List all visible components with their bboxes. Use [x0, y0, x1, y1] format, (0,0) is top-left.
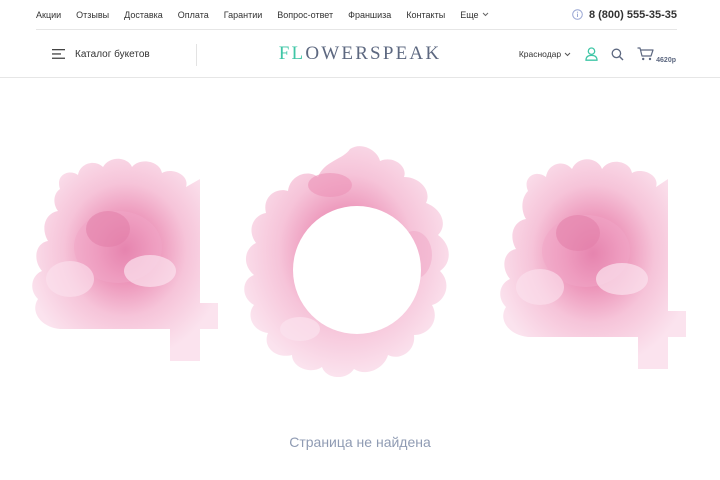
digit-four-right — [500, 159, 686, 369]
top-bar: Акции Отзывы Доставка Оплата Гарантии Во… — [36, 0, 677, 30]
peony-center — [86, 211, 130, 247]
topnav-more-dropdown[interactable]: Еще — [460, 10, 488, 20]
peony-petal — [596, 263, 648, 295]
digit-zero — [244, 146, 449, 378]
peony-petal — [280, 317, 320, 341]
topnav-item-contacts[interactable]: Контакты — [406, 10, 445, 20]
topnav-item-promotions[interactable]: Акции — [36, 10, 61, 20]
cart-total: 4620р — [656, 57, 676, 64]
error-404-illustration — [32, 146, 686, 378]
phone-block: 8 (800) 555-35-35 — [572, 9, 677, 21]
search-icon — [611, 48, 624, 60]
logo-accent-text: FL — [278, 43, 306, 64]
topnav-item-delivery[interactable]: Доставка — [124, 10, 163, 20]
error-404-hero — [0, 79, 720, 479]
peony-petal — [124, 255, 176, 287]
user-account-button[interactable] — [585, 47, 598, 61]
cart-icon — [637, 47, 654, 61]
peony-petal — [308, 173, 352, 197]
chevron-down-icon — [564, 52, 571, 56]
city-selector[interactable]: Краснодар — [519, 49, 571, 59]
topnav-item-reviews[interactable]: Отзывы — [76, 10, 109, 20]
peony-petal — [516, 269, 564, 305]
main-header: Каталог букетов FL OWERSPEAK Краснодар 46… — [0, 30, 720, 78]
phone-number-link[interactable]: 8 (800) 555-35-35 — [589, 9, 677, 21]
logo-main-text: OWERSPEAK — [305, 43, 442, 64]
search-button[interactable] — [611, 48, 624, 61]
zero-hole — [293, 206, 421, 334]
error-message: Страница не найдена — [289, 434, 431, 450]
topnav-more-label: Еще — [460, 9, 479, 20]
cart-button[interactable]: 4620р — [637, 47, 676, 64]
city-label: Краснодар — [518, 49, 562, 59]
chevron-down-icon — [482, 12, 488, 17]
topnav-item-guarantees[interactable]: Гарантии — [224, 10, 263, 20]
topnav-item-franchise[interactable]: Франшиза — [348, 10, 391, 20]
peony-center — [556, 215, 600, 251]
topnav-item-faq[interactable]: Вопрос-ответ — [277, 10, 333, 20]
peony-petal — [46, 261, 94, 297]
header-tools: Краснодар 4620р — [519, 30, 676, 78]
topnav-item-payment[interactable]: Оплата — [178, 10, 209, 20]
user-icon — [585, 47, 598, 61]
info-icon[interactable] — [572, 9, 583, 20]
digit-four-left — [32, 158, 219, 361]
top-nav: Акции Отзывы Доставка Оплата Гарантии Во… — [36, 10, 504, 20]
